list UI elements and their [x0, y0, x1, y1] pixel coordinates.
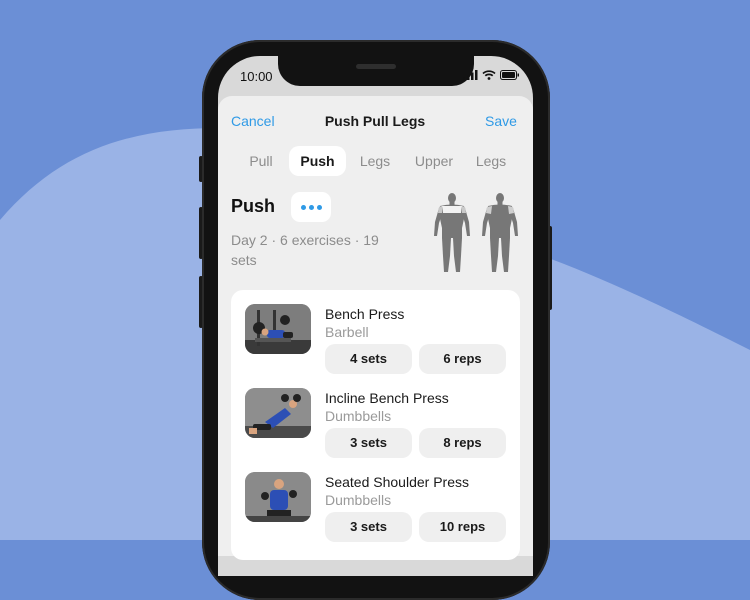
exercise-name: Incline Bench Press — [325, 390, 449, 406]
exercise-equipment: Barbell — [325, 324, 369, 340]
battery-icon — [500, 70, 519, 80]
tab-legs-2[interactable]: Legs — [466, 146, 516, 176]
day-title: Push — [231, 196, 276, 216]
wifi-icon — [482, 70, 496, 80]
status-icons — [463, 70, 520, 80]
muscle-map — [434, 193, 518, 272]
tab-upper[interactable]: Upper — [402, 146, 466, 176]
exercise-equipment: Dumbbells — [325, 408, 392, 424]
status-time: 10:00 — [240, 69, 273, 84]
page-title: Push Pull Legs — [324, 113, 426, 129]
exercise-name: Seated Shoulder Press — [325, 474, 469, 490]
reps-pill[interactable]: 8 reps — [419, 428, 506, 458]
tab-push[interactable]: Push — [289, 146, 346, 176]
exercise-equipment: Dumbbells — [325, 492, 392, 508]
day-tabs: Pull Push Legs Upper Legs — [232, 146, 522, 176]
more-dot-icon — [300, 204, 306, 210]
tab-legs[interactable]: Legs — [350, 146, 400, 176]
exercise-item[interactable]: Bench Press Barbell 4 sets 6 reps — [245, 304, 506, 384]
reps-pill[interactable]: 10 reps — [419, 512, 506, 542]
sets-pill[interactable]: 3 sets — [325, 512, 412, 542]
save-button[interactable]: Save — [485, 113, 517, 129]
body-front-icon — [434, 193, 470, 272]
exercise-item[interactable]: Seated Shoulder Press Dumbbells 3 sets 1… — [245, 472, 506, 552]
sets-pill[interactable]: 4 sets — [325, 344, 412, 374]
reps-pill[interactable]: 6 reps — [419, 344, 506, 374]
body-back-icon — [482, 193, 518, 272]
phone-speaker — [356, 64, 396, 69]
day-summary: Day 2 · 6 exercises · 19 sets — [231, 232, 379, 268]
sets-pill[interactable]: 3 sets — [325, 428, 412, 458]
exercise-thumbnail — [245, 472, 311, 522]
phone-notch — [278, 52, 474, 86]
more-options-button[interactable] — [291, 192, 331, 222]
exercise-item[interactable]: Incline Bench Press Dumbbells 3 sets 8 r… — [245, 388, 506, 468]
tab-pull[interactable]: Pull — [236, 146, 286, 176]
more-dot-icon — [316, 204, 322, 210]
more-dot-icon — [308, 204, 314, 210]
exercise-thumbnail — [245, 388, 311, 438]
exercise-thumbnail — [245, 304, 311, 354]
exercise-name: Bench Press — [325, 306, 405, 322]
signal-icon — [463, 70, 478, 80]
